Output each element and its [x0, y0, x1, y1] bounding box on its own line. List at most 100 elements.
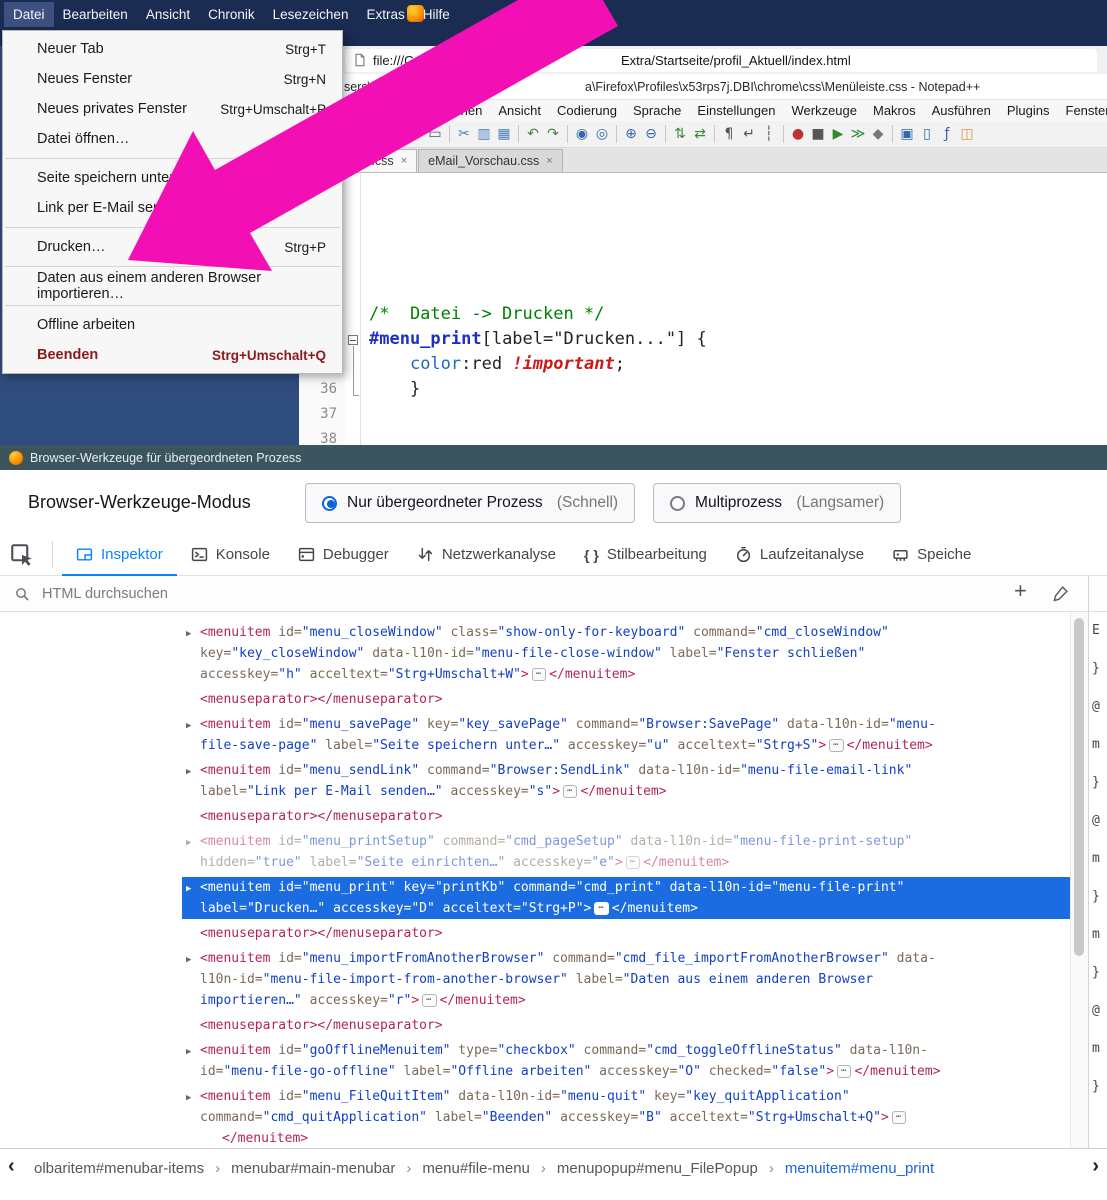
panel-divider[interactable] — [1088, 576, 1089, 1148]
npp-toolbar-function-list-icon[interactable]: ƒ — [937, 124, 957, 144]
markup-line[interactable]: hidden="true" label="Seite einrichten…" … — [182, 852, 1070, 873]
npp-menu-werkzeuge[interactable]: Werkzeuge — [783, 103, 865, 118]
npp-menu-codierung[interactable]: Codierung — [549, 103, 625, 118]
expand-arrow-icon[interactable]: ▶ — [186, 833, 200, 854]
breadcrumb-item[interactable]: menuitem#menu_print — [785, 1160, 934, 1177]
markup-line[interactable]: <menuseparator></menuseparator> — [182, 806, 1070, 827]
notepadpp-editor[interactable]: 2829303132333435363738 /* Datei -> Druck… — [299, 173, 1107, 445]
breadcrumb-item[interactable]: menubar#main-menubar — [231, 1160, 395, 1177]
element-picker-icon[interactable] — [10, 543, 34, 567]
inline-expander-badge[interactable]: ⋯ — [626, 856, 640, 869]
file-menu-item[interactable]: Datei öffnen… — [3, 124, 342, 154]
file-menu-item[interactable]: Neues FensterStrg+N — [3, 64, 342, 94]
menubar-item-chronik[interactable]: Chronik — [199, 2, 264, 27]
menubar-item-bearbeiten[interactable]: Bearbeiten — [54, 2, 137, 27]
markup-line[interactable]: label="Drucken…" accesskey="D" acceltext… — [182, 898, 1070, 919]
npp-toolbar-sync-vertical-icon[interactable]: ⇅ — [670, 124, 690, 144]
markup-line[interactable]: importieren…" accesskey="r">⋯</menuitem> — [182, 990, 1070, 1011]
markup-line[interactable]: <menuseparator></menuseparator> — [182, 1015, 1070, 1036]
npp-toolbar-undo-icon[interactable]: ↶ — [523, 124, 543, 144]
npp-toolbar-close-icon[interactable]: × — [385, 124, 405, 144]
markup-line[interactable]: command="cmd_quitApplication" label="Bee… — [182, 1107, 1070, 1128]
file-menu-item[interactable]: Neuer TabStrg+T — [3, 34, 342, 64]
tab-konsole[interactable]: Konsole — [177, 533, 284, 576]
npp-menu-plugins[interactable]: Plugins — [999, 103, 1058, 118]
npp-toolbar-run-macro-multi-icon[interactable]: ≫ — [848, 124, 868, 144]
scrollbar-track[interactable] — [1070, 612, 1088, 1148]
radio-selected-icon[interactable] — [322, 496, 337, 511]
tab-inspektor[interactable]: Inspektor — [62, 533, 177, 576]
expand-arrow-icon[interactable]: ▶ — [186, 762, 200, 783]
breadcrumb-item[interactable]: menupopup#menu_FilePopup — [557, 1160, 758, 1177]
inline-expander-badge[interactable]: ⋯ — [563, 785, 577, 798]
markup-line[interactable]: <menuseparator></menuseparator> — [182, 689, 1070, 710]
npp-menu-ansicht[interactable]: Ansicht — [490, 103, 549, 118]
npp-toolbar-play-macro-icon[interactable]: ▶ — [828, 124, 848, 144]
breadcrumb-scroll-left-icon[interactable]: ‹ — [8, 1155, 15, 1178]
expand-arrow-icon[interactable]: ▶ — [186, 1042, 200, 1063]
npp-menu-sprache[interactable]: Sprache — [625, 103, 689, 118]
breadcrumb-item[interactable]: olbaritem#menubar-items — [34, 1160, 204, 1177]
radio-icon[interactable] — [670, 496, 685, 511]
fold-collapse-icon[interactable] — [348, 335, 358, 345]
eyedropper-icon[interactable] — [1052, 585, 1069, 602]
mode-option[interactable]: Multiprozess (Langsamer) — [653, 483, 901, 523]
inline-expander-badge[interactable]: ⋯ — [594, 902, 608, 915]
markup-line[interactable]: ▶<menuitem id="menu_FileQuitItem" data-l… — [182, 1086, 1070, 1107]
npp-toolbar-stop-macro-icon[interactable]: ■ — [808, 124, 828, 144]
file-menu-item[interactable]: BeendenStrg+Umschalt+Q — [3, 340, 342, 370]
markup-line[interactable]: ▶<menuitem id="goOfflineMenuitem" type="… — [182, 1040, 1070, 1061]
npp-toolbar-zoom-out-icon[interactable]: ⊖ — [641, 124, 661, 144]
npp-toolbar-copy-icon[interactable]: ▥ — [474, 124, 494, 144]
scrollbar-thumb[interactable] — [1074, 618, 1084, 956]
inline-expander-badge[interactable]: ⋯ — [892, 1111, 906, 1124]
notepadpp-titlebar[interactable]: N sers\DBI\ a\Firefox\Profiles\x53rps7j.… — [299, 74, 1107, 100]
npp-menu-einstellungen[interactable]: Einstellungen — [689, 103, 783, 118]
markup-line[interactable]: file-save-page" label="Seite speichern u… — [182, 735, 1070, 756]
npp-toolbar-save-macro-icon[interactable]: ◆ — [868, 124, 888, 144]
npp-toolbar-indent-guide-icon[interactable]: ┆ — [759, 124, 779, 144]
markup-line[interactable]: <menuseparator></menuseparator> — [182, 923, 1070, 944]
menubar-item-extras[interactable]: Extras — [357, 2, 413, 27]
menubar-addon-icon[interactable] — [407, 5, 424, 22]
breadcrumb-scroll-right-icon[interactable]: › — [1092, 1155, 1099, 1178]
npp-menu-bearbeiten[interactable]: Bearbeiten — [351, 103, 430, 118]
close-icon[interactable]: × — [546, 155, 552, 167]
menubar-item-ansicht[interactable]: Ansicht — [137, 2, 199, 27]
inline-expander-badge[interactable]: ⋯ — [837, 1065, 851, 1078]
markup-line[interactable]: ▶<menuitem id="menu_printSetup" command=… — [182, 831, 1070, 852]
npp-toolbar-document-map-icon[interactable]: ▯ — [917, 124, 937, 144]
npp-toolbar-find-icon[interactable]: ◉ — [572, 124, 592, 144]
npp-toolbar-folder-workspace-icon[interactable]: ◫ — [957, 124, 977, 144]
npp-toolbar-cut-icon[interactable]: ✂ — [454, 124, 474, 144]
markup-line[interactable]: ▶<menuitem id="menu_savePage" key="key_s… — [182, 714, 1070, 735]
search-input[interactable] — [40, 580, 560, 608]
tab-speiche[interactable]: Speiche — [878, 533, 985, 576]
tab-debugger[interactable]: Debugger — [284, 533, 403, 576]
npp-toolbar-zoom-in-icon[interactable]: ⊕ — [621, 124, 641, 144]
npp-toolbar-replace-icon[interactable]: ◎ — [592, 124, 612, 144]
npp-toolbar-close-all-icon[interactable]: × — [405, 124, 425, 144]
markup-line[interactable]: l10n-id="menu-file-import-from-another-b… — [182, 969, 1070, 990]
url-bar[interactable]: file:///G:/Softw Extra/Startseite/profil… — [345, 49, 1097, 72]
npp-menu-makros[interactable]: Makros — [865, 103, 924, 118]
file-menu-item[interactable]: Daten aus einem anderen Browser importie… — [3, 271, 342, 301]
npp-toolbar-redo-icon[interactable]: ↷ — [543, 124, 563, 144]
markup-line[interactable]: ▶<menuitem id="menu_print" key="printKb"… — [182, 877, 1070, 898]
file-menu-item[interactable]: Seite speichern unter… — [3, 163, 342, 193]
tab-netzwerkanalyse[interactable]: Netzwerkanalyse — [403, 533, 570, 576]
npp-menu-ausfhren[interactable]: Ausführen — [924, 103, 999, 118]
markup-line[interactable]: </menuitem> — [182, 1128, 1070, 1148]
toolbox-titlebar[interactable]: Browser-Werkzeuge für übergeordneten Pro… — [0, 445, 1107, 470]
npp-toolbar-word-wrap-icon[interactable]: ¶ — [719, 124, 739, 144]
tab-stilbearbeitung[interactable]: { }Stilbearbeitung — [570, 533, 721, 576]
expand-arrow-icon[interactable]: ▶ — [186, 879, 200, 900]
expand-arrow-icon[interactable]: ▶ — [186, 1088, 200, 1109]
mode-option[interactable]: Nur übergeordneter Prozess (Schnell) — [305, 483, 635, 523]
inline-expander-badge[interactable]: ⋯ — [829, 739, 843, 752]
markup-line[interactable]: ▶<menuitem id="menu_importFromAnotherBro… — [182, 948, 1070, 969]
npp-toolbar-sync-horizontal-icon[interactable]: ⇄ — [690, 124, 710, 144]
expand-arrow-icon[interactable]: ▶ — [186, 950, 200, 971]
expand-arrow-icon[interactable]: ▶ — [186, 716, 200, 737]
npp-toolbar-paste-icon[interactable]: ▦ — [494, 124, 514, 144]
